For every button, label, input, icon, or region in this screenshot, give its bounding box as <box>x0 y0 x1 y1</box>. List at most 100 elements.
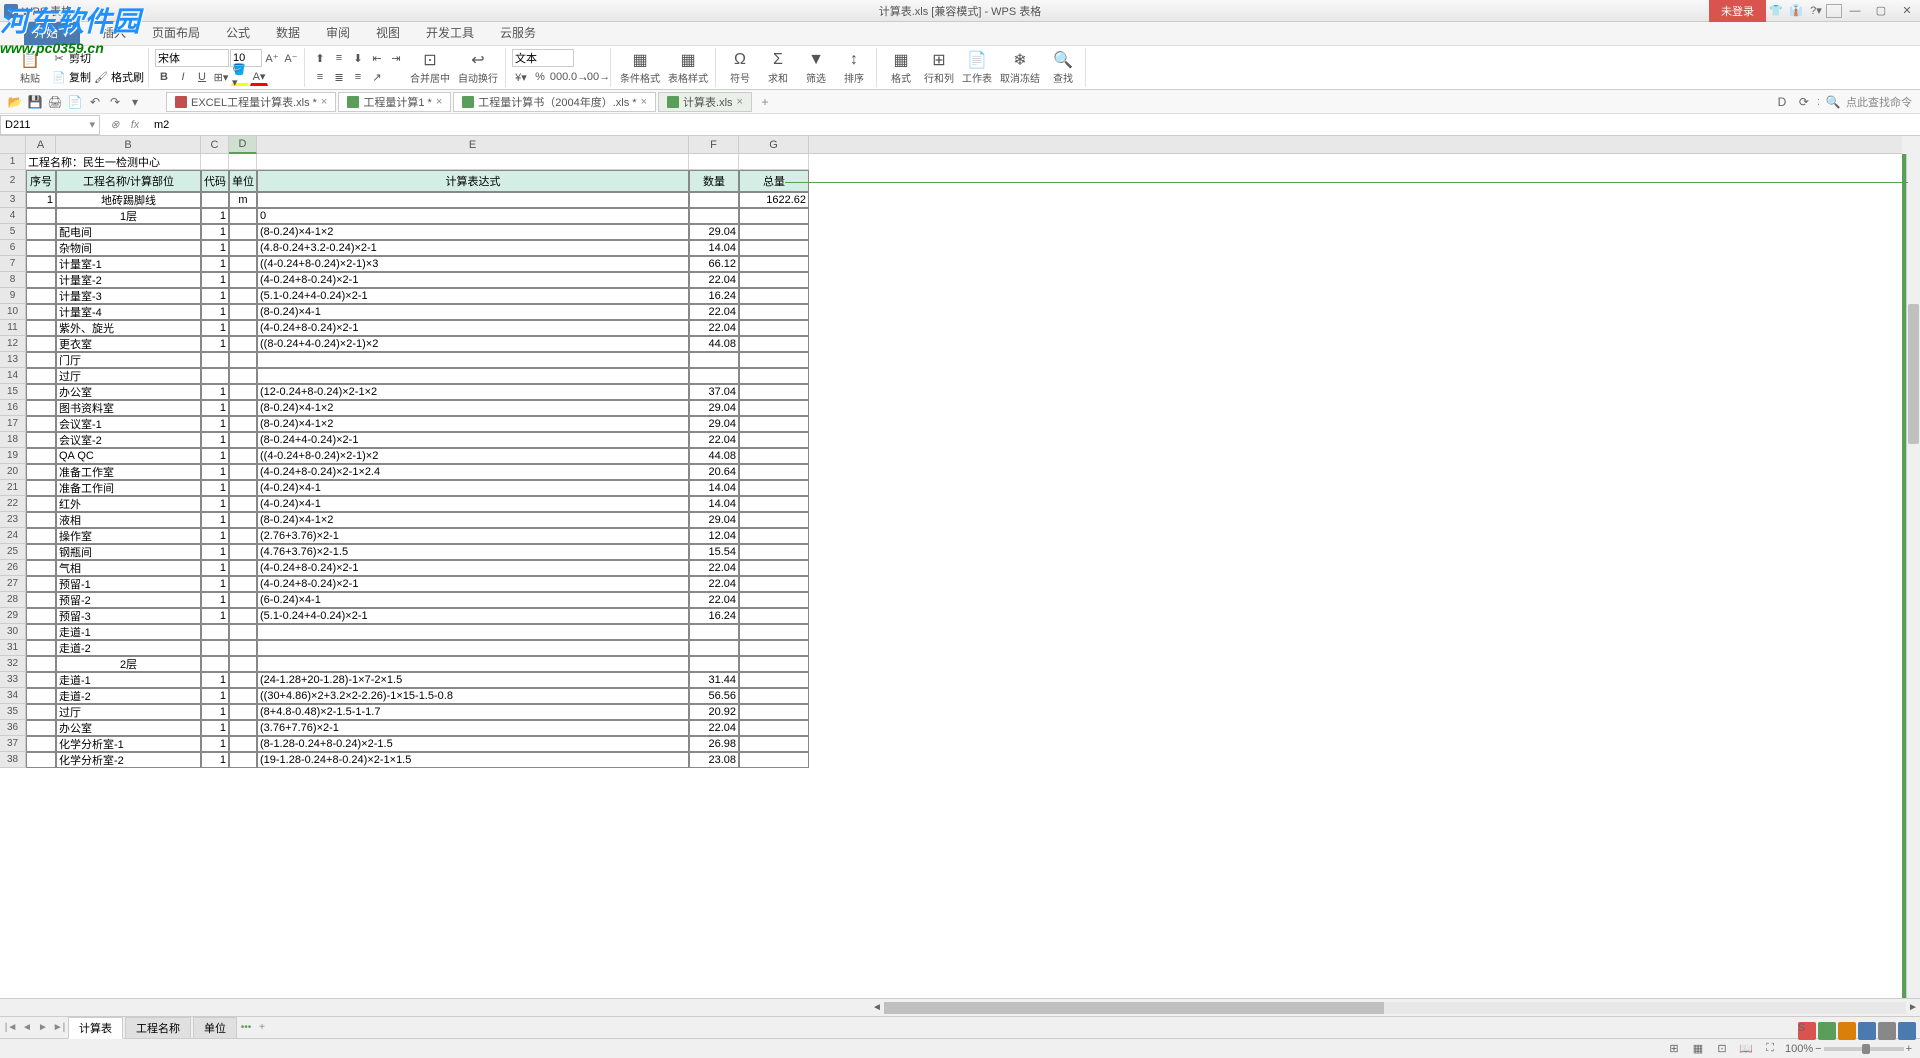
cell[interactable] <box>739 624 809 640</box>
cloud-icon[interactable]: D <box>1773 93 1791 111</box>
cell[interactable] <box>229 368 257 384</box>
cell[interactable]: ((4-0.24+8-0.24)×2-1)×2 <box>257 448 689 464</box>
cell[interactable]: 1 <box>201 704 229 720</box>
cell[interactable]: 化学分析室-2 <box>56 752 201 768</box>
cell[interactable] <box>229 656 257 672</box>
redo-icon[interactable]: ↷ <box>106 93 124 111</box>
row-header[interactable]: 23 <box>0 512 26 528</box>
cell[interactable]: 计量室-4 <box>56 304 201 320</box>
numfmt-select[interactable] <box>512 49 574 67</box>
row-header[interactable]: 30 <box>0 624 26 640</box>
cell[interactable] <box>739 400 809 416</box>
menu-view[interactable]: 视图 <box>372 20 404 45</box>
cell[interactable]: 1 <box>201 432 229 448</box>
cell[interactable] <box>689 656 739 672</box>
cell[interactable]: (24-1.28+20-1.28)-1×7-2×1.5 <box>257 672 689 688</box>
cell[interactable]: (8-0.24)×4-1×2 <box>257 400 689 416</box>
tray-icon-4[interactable] <box>1858 1022 1876 1040</box>
cell[interactable] <box>229 448 257 464</box>
cell[interactable]: (8-0.24)×4-1×2 <box>257 224 689 240</box>
cell[interactable] <box>26 608 56 624</box>
menu-formula[interactable]: 公式 <box>222 20 254 45</box>
cell[interactable] <box>739 592 809 608</box>
cell[interactable] <box>229 480 257 496</box>
name-box[interactable]: D211▾ <box>0 115 100 135</box>
cell[interactable]: (5.1-0.24+4-0.24)×2-1 <box>257 608 689 624</box>
cell[interactable] <box>739 560 809 576</box>
cell[interactable] <box>739 448 809 464</box>
grid-body[interactable]: 1工程名称：民生一检测中心2序号工程名称/计算部位代码单位计算表达式数量总量31… <box>0 154 1920 998</box>
cell[interactable] <box>229 384 257 400</box>
cell[interactable] <box>26 720 56 736</box>
cell[interactable]: 过厅 <box>56 368 201 384</box>
cell[interactable]: 1 <box>201 464 229 480</box>
cell[interactable] <box>739 544 809 560</box>
cell[interactable] <box>229 320 257 336</box>
cell[interactable]: 22.04 <box>689 592 739 608</box>
cell[interactable]: 1 <box>201 448 229 464</box>
row-header[interactable]: 33 <box>0 672 26 688</box>
format-painter-icon[interactable]: 🖌 <box>92 68 110 86</box>
cell[interactable]: 1 <box>201 528 229 544</box>
sheet-button[interactable]: 📄工作表 <box>959 49 995 86</box>
cell[interactable] <box>739 640 809 656</box>
format-button[interactable]: ▦格式 <box>883 49 919 86</box>
sum-button[interactable]: Σ求和 <box>760 49 796 86</box>
select-all-corner[interactable] <box>0 136 26 154</box>
row-header[interactable]: 12 <box>0 336 26 352</box>
cell[interactable] <box>229 688 257 704</box>
copy-icon[interactable]: 📄 <box>50 68 68 86</box>
cell[interactable] <box>689 352 739 368</box>
cell[interactable] <box>739 576 809 592</box>
cell[interactable] <box>739 240 809 256</box>
undo-icon[interactable]: ↶ <box>86 93 104 111</box>
font-select[interactable] <box>155 49 229 67</box>
cell[interactable]: 单位 <box>229 170 257 192</box>
cell[interactable] <box>26 240 56 256</box>
row-header[interactable]: 18 <box>0 432 26 448</box>
cell[interactable]: 16.24 <box>689 288 739 304</box>
cell[interactable]: 计量室-2 <box>56 272 201 288</box>
align-right-icon[interactable]: ≡ <box>349 68 367 86</box>
doc-tab-close[interactable]: × <box>737 96 743 108</box>
view-normal-icon[interactable]: ⊞ <box>1665 1041 1683 1057</box>
find-button[interactable]: 🔍查找 <box>1045 49 1081 86</box>
row-header[interactable]: 3 <box>0 192 26 208</box>
cell[interactable]: 计量室-3 <box>56 288 201 304</box>
cell[interactable] <box>739 688 809 704</box>
currency-icon[interactable]: ¥▾ <box>512 68 530 86</box>
col-header-E[interactable]: E <box>257 136 689 154</box>
login-button[interactable]: 未登录 <box>1709 0 1766 22</box>
merge-button[interactable]: ⊡合并居中 <box>407 49 453 86</box>
cell[interactable] <box>739 752 809 768</box>
cell[interactable]: 0 <box>257 208 689 224</box>
cell[interactable]: 总量 <box>739 170 809 192</box>
cell[interactable] <box>739 288 809 304</box>
align-mid-icon[interactable]: ≡ <box>330 49 348 67</box>
cell[interactable]: 走道-1 <box>56 624 201 640</box>
cell[interactable]: 22.04 <box>689 560 739 576</box>
col-header-C[interactable]: C <box>201 136 229 154</box>
cell[interactable] <box>739 208 809 224</box>
cell[interactable]: 29.04 <box>689 400 739 416</box>
cell[interactable]: (4-0.24)×4-1 <box>257 496 689 512</box>
cell[interactable] <box>739 272 809 288</box>
cell[interactable]: (4-0.24+8-0.24)×2-1×2.4 <box>257 464 689 480</box>
col-header-D[interactable]: D <box>229 136 257 154</box>
cell[interactable]: ((4-0.24+8-0.24)×2-1)×3 <box>257 256 689 272</box>
sheet-nav-prev[interactable]: ◄ <box>20 1020 34 1036</box>
align-bot-icon[interactable]: ⬇ <box>349 49 367 67</box>
zoom-out-button[interactable]: − <box>1815 1043 1821 1055</box>
menu-insert[interactable]: 插入 <box>98 20 130 45</box>
cut-label[interactable]: 剪切 <box>69 50 91 66</box>
cell[interactable]: (2.76+3.76)×2-1 <box>257 528 689 544</box>
cell[interactable]: QA QC <box>56 448 201 464</box>
menu-layout[interactable]: 页面布局 <box>148 20 204 45</box>
cell[interactable] <box>229 640 257 656</box>
cell[interactable]: (4-0.24)×4-1 <box>257 480 689 496</box>
cell[interactable]: 14.04 <box>689 240 739 256</box>
cell[interactable]: 会议室-2 <box>56 432 201 448</box>
cell[interactable]: 工程名称/计算部位 <box>56 170 201 192</box>
formula-input[interactable]: m2 <box>150 119 1920 131</box>
cell[interactable] <box>739 480 809 496</box>
